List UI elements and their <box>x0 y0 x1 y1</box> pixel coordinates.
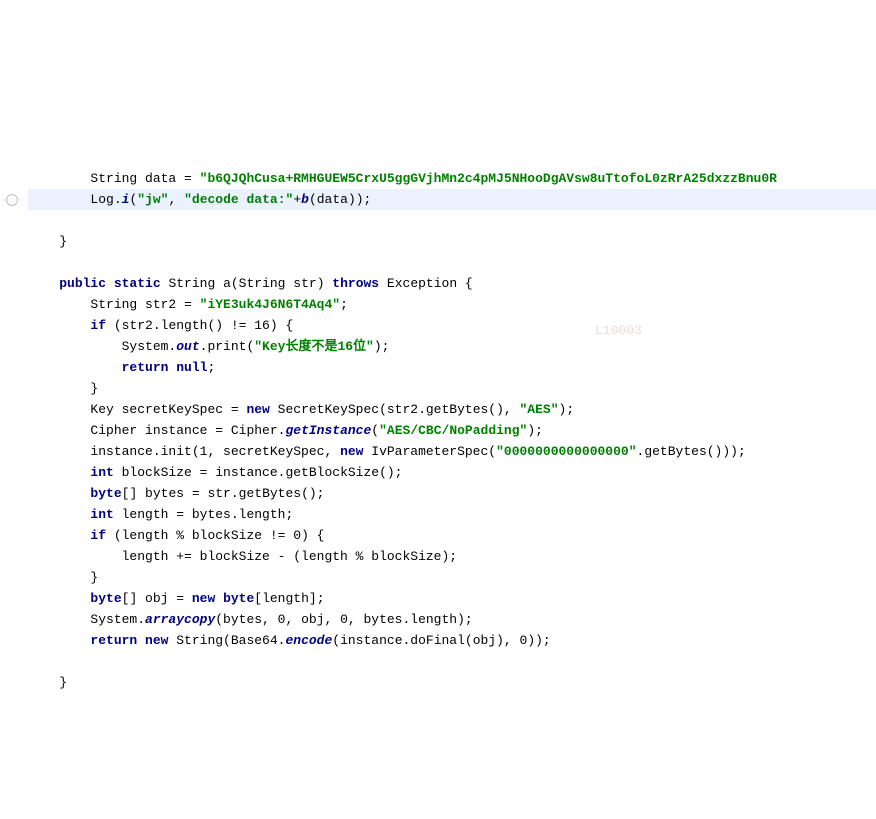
code-line[interactable]: } <box>28 378 876 399</box>
code-line[interactable]: Cipher instance = Cipher.getInstance("AE… <box>28 420 876 441</box>
code-line[interactable]: } <box>28 672 876 693</box>
code-line[interactable]: if (length % blockSize != 0) { <box>28 525 876 546</box>
override-icon[interactable] <box>6 194 18 206</box>
code-line[interactable]: System.out.print("Key长度不是16位"); <box>28 336 876 357</box>
code-line[interactable]: if (str2.length() != 16) { <box>28 315 876 336</box>
method-name: a <box>223 276 231 291</box>
code-line-highlighted[interactable]: Log.i("jw", "decode data:"+b(data)); <box>28 189 876 210</box>
code-line[interactable]: System.arraycopy(bytes, 0, obj, 0, bytes… <box>28 609 876 630</box>
code-line[interactable] <box>28 651 876 672</box>
code-editor[interactable]: L10003 String data = "b6QJQhCusa+RMHGUEW… <box>0 84 876 714</box>
code-line[interactable]: String str2 = "iYE3uk4J6N6T4Aq4"; <box>28 294 876 315</box>
gutter <box>0 84 24 714</box>
code-line[interactable]: instance.init(1, secretKeySpec, new IvPa… <box>28 441 876 462</box>
code-line[interactable]: byte[] obj = new byte[length]; <box>28 588 876 609</box>
code-area[interactable]: String data = "b6QJQhCusa+RMHGUEW5CrxU5g… <box>0 168 876 693</box>
code-line[interactable]: } <box>28 231 876 252</box>
code-line[interactable]: return new String(Base64.encode(instance… <box>28 630 876 651</box>
code-line[interactable]: Key secretKeySpec = new SecretKeySpec(st… <box>28 399 876 420</box>
code-line[interactable] <box>28 252 876 273</box>
code-line[interactable]: int length = bytes.length; <box>28 504 876 525</box>
code-line[interactable]: byte[] bytes = str.getBytes(); <box>28 483 876 504</box>
code-line[interactable]: return null; <box>28 357 876 378</box>
code-line[interactable] <box>28 210 876 231</box>
code-line[interactable]: } <box>28 567 876 588</box>
code-line[interactable]: int blockSize = instance.getBlockSize(); <box>28 462 876 483</box>
code-line[interactable]: String data = "b6QJQhCusa+RMHGUEW5CrxU5g… <box>28 168 876 189</box>
code-line[interactable]: public static String a(String str) throw… <box>28 273 876 294</box>
code-line[interactable]: length += blockSize - (length % blockSiz… <box>28 546 876 567</box>
